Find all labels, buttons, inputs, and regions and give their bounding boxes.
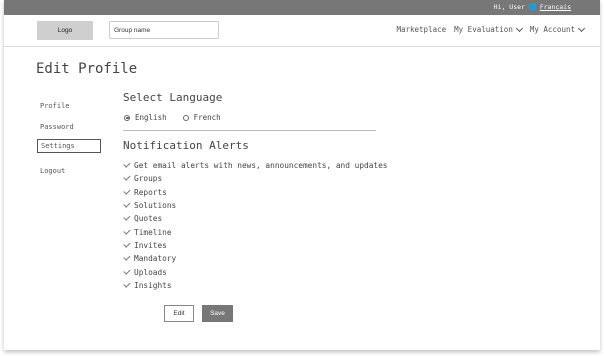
radio-unselected-icon — [182, 114, 189, 121]
nav-label: My Evaluation — [454, 25, 513, 34]
checkbox-label: Get email alerts with news, announcement… — [134, 161, 388, 171]
checkbox-label: Timeline — [134, 227, 172, 237]
checkbox-label: Insights — [134, 280, 172, 290]
save-button[interactable]: Save — [202, 305, 233, 322]
checkbox-uploads[interactable]: Uploads — [123, 265, 387, 278]
checkbox-label: Groups — [134, 174, 163, 184]
check-icon — [123, 162, 130, 169]
check-icon — [123, 242, 130, 249]
header: Logo Group name Marketplace My Evaluatio… — [4, 15, 600, 47]
user-area: Hi, User 🌐 Français — [494, 3, 571, 11]
checkbox-label: Invites — [134, 240, 167, 250]
checkbox-label: Quotes — [134, 214, 163, 224]
checkbox-label: Reports — [134, 187, 167, 197]
checkbox-reports[interactable]: Reports — [123, 186, 387, 199]
check-icon — [123, 229, 130, 236]
notification-list: Get email alerts with news, announcement… — [123, 159, 387, 292]
group-name-field[interactable]: Group name — [109, 21, 219, 39]
checkbox-solutions[interactable]: Solutions — [123, 199, 387, 212]
section-divider — [123, 130, 376, 131]
checkbox-label: Solutions — [134, 201, 177, 211]
sidebar-item-settings[interactable]: Settings — [37, 139, 101, 153]
check-icon — [123, 202, 130, 209]
notifications-section-title: Notification Alerts — [123, 139, 249, 152]
sidebar-item-logout[interactable]: Logout — [37, 164, 101, 178]
radio-french[interactable]: French — [182, 113, 221, 122]
checkbox-invites[interactable]: Invites — [123, 239, 387, 252]
nav-label: My Account — [529, 25, 575, 34]
checkbox-email-alerts[interactable]: Get email alerts with news, announcement… — [123, 159, 387, 172]
checkbox-insights[interactable]: Insights — [123, 279, 387, 292]
nav-marketplace[interactable]: Marketplace — [396, 25, 446, 34]
main-nav: Marketplace My Evaluation My Account — [396, 24, 586, 34]
nav-my-evaluation[interactable]: My Evaluation — [454, 24, 523, 34]
nav-my-account[interactable]: My Account — [529, 24, 586, 34]
globe-icon: 🌐 — [527, 2, 537, 11]
sidebar-item-profile[interactable]: Profile — [37, 99, 101, 113]
chevron-down-icon — [515, 24, 523, 32]
checkbox-timeline[interactable]: Timeline — [123, 225, 387, 238]
checkbox-label: Mandatory — [134, 254, 177, 264]
check-icon — [123, 255, 130, 262]
checkbox-mandatory[interactable]: Mandatory — [123, 252, 387, 265]
top-utility-bar: Hi, User 🌐 Français — [4, 0, 600, 15]
language-radio-group: English French — [124, 113, 221, 122]
radio-label: French — [193, 113, 221, 122]
nav-label: Marketplace — [396, 25, 447, 34]
check-icon — [123, 282, 130, 289]
language-section-title: Select Language — [123, 91, 223, 104]
app-window: Hi, User 🌐 Français Logo Group name Mark… — [4, 0, 600, 350]
sidebar-item-label: Password — [40, 123, 74, 131]
logo[interactable]: Logo — [37, 21, 93, 40]
radio-selected-icon — [124, 114, 130, 121]
sidebar-item-password[interactable]: Password — [37, 120, 101, 134]
check-icon — [123, 269, 130, 276]
check-icon — [123, 189, 130, 196]
sidebar-item-label: Settings — [41, 142, 75, 150]
checkbox-groups[interactable]: Groups — [123, 172, 387, 185]
page-title: Edit Profile — [36, 61, 138, 77]
radio-english[interactable]: English — [124, 113, 167, 122]
edit-button[interactable]: Edit — [164, 305, 194, 322]
checkbox-quotes[interactable]: Quotes — [123, 212, 387, 225]
chevron-down-icon — [577, 24, 586, 32]
check-icon — [123, 215, 130, 222]
radio-label: English — [135, 113, 167, 122]
greeting: Hi, User — [493, 3, 525, 11]
checkbox-label: Uploads — [134, 267, 167, 277]
sidebar-item-label: Logout — [40, 167, 66, 175]
check-icon — [123, 175, 130, 182]
sidebar-item-label: Profile — [40, 102, 70, 110]
language-link[interactable]: Français — [540, 3, 571, 11]
